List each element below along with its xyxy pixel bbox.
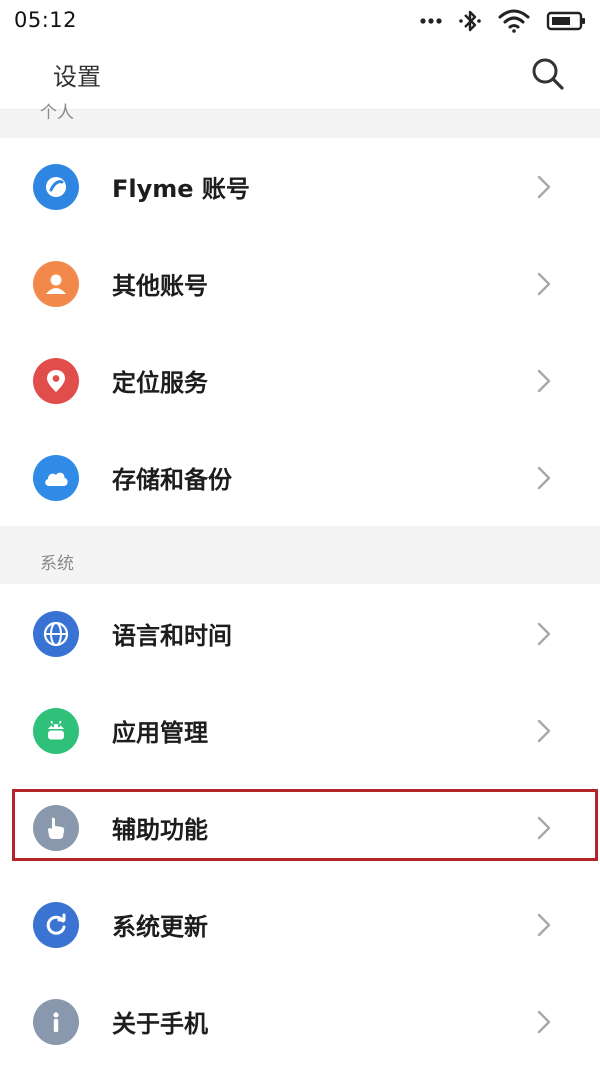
search-button[interactable] [530,56,566,92]
section-header-personal: 个人 [0,103,600,138]
chevron-right-icon [537,719,551,743]
section-label: 系统 [40,554,74,574]
section-label: 个人 [40,103,74,123]
bluetooth-icon [458,8,482,34]
battery-icon [546,10,586,32]
settings-item-label: 系统更新 [112,913,208,941]
status-bar: 05:12 [0,0,600,42]
settings-item-system-update[interactable]: 系统更新 [0,876,600,973]
location-pin-icon [33,358,79,404]
chevron-right-icon [537,175,551,199]
settings-item-label: 定位服务 [112,369,208,397]
chevron-right-icon [537,272,551,296]
settings-item-about-phone[interactable]: 关于手机 [0,973,600,1066]
chevron-right-icon [537,622,551,646]
settings-item-location-services[interactable]: 定位服务 [0,332,600,429]
chevron-right-icon [537,816,551,840]
flyme-account-icon [33,164,79,210]
globe-icon [33,611,79,657]
settings-item-label: 语言和时间 [112,622,232,650]
wifi-icon [498,9,530,33]
settings-item-accessibility[interactable]: 辅助功能 [0,779,600,876]
settings-item-label: 存储和备份 [112,466,232,494]
settings-header: 设置 [0,42,600,110]
status-time: 05:12 [14,8,78,32]
settings-item-label: 关于手机 [112,1010,208,1038]
more-dots-icon [420,17,442,25]
section-header-system: 系统 [0,526,600,584]
settings-item-label: 辅助功能 [112,816,208,844]
refresh-icon [33,902,79,948]
chevron-right-icon [537,1010,551,1034]
info-icon [33,999,79,1045]
search-icon [532,58,564,90]
settings-item-app-management[interactable]: 应用管理 [0,682,600,779]
settings-item-flyme-account[interactable]: Flyme 账号 [0,138,600,235]
user-icon [33,261,79,307]
settings-item-language-time[interactable]: 语言和时间 [0,585,600,682]
settings-item-label: 应用管理 [112,719,208,747]
hand-pointer-icon [33,805,79,851]
cloud-icon [33,455,79,501]
android-icon [33,708,79,754]
settings-item-other-accounts[interactable]: 其他账号 [0,235,600,332]
settings-item-label: 其他账号 [112,272,208,300]
settings-item-storage-backup[interactable]: 存储和备份 [0,429,600,526]
chevron-right-icon [537,913,551,937]
page-title: 设置 [53,63,101,91]
chevron-right-icon [537,466,551,490]
chevron-right-icon [537,369,551,393]
settings-item-label: Flyme 账号 [112,175,250,203]
status-icons [404,6,586,36]
